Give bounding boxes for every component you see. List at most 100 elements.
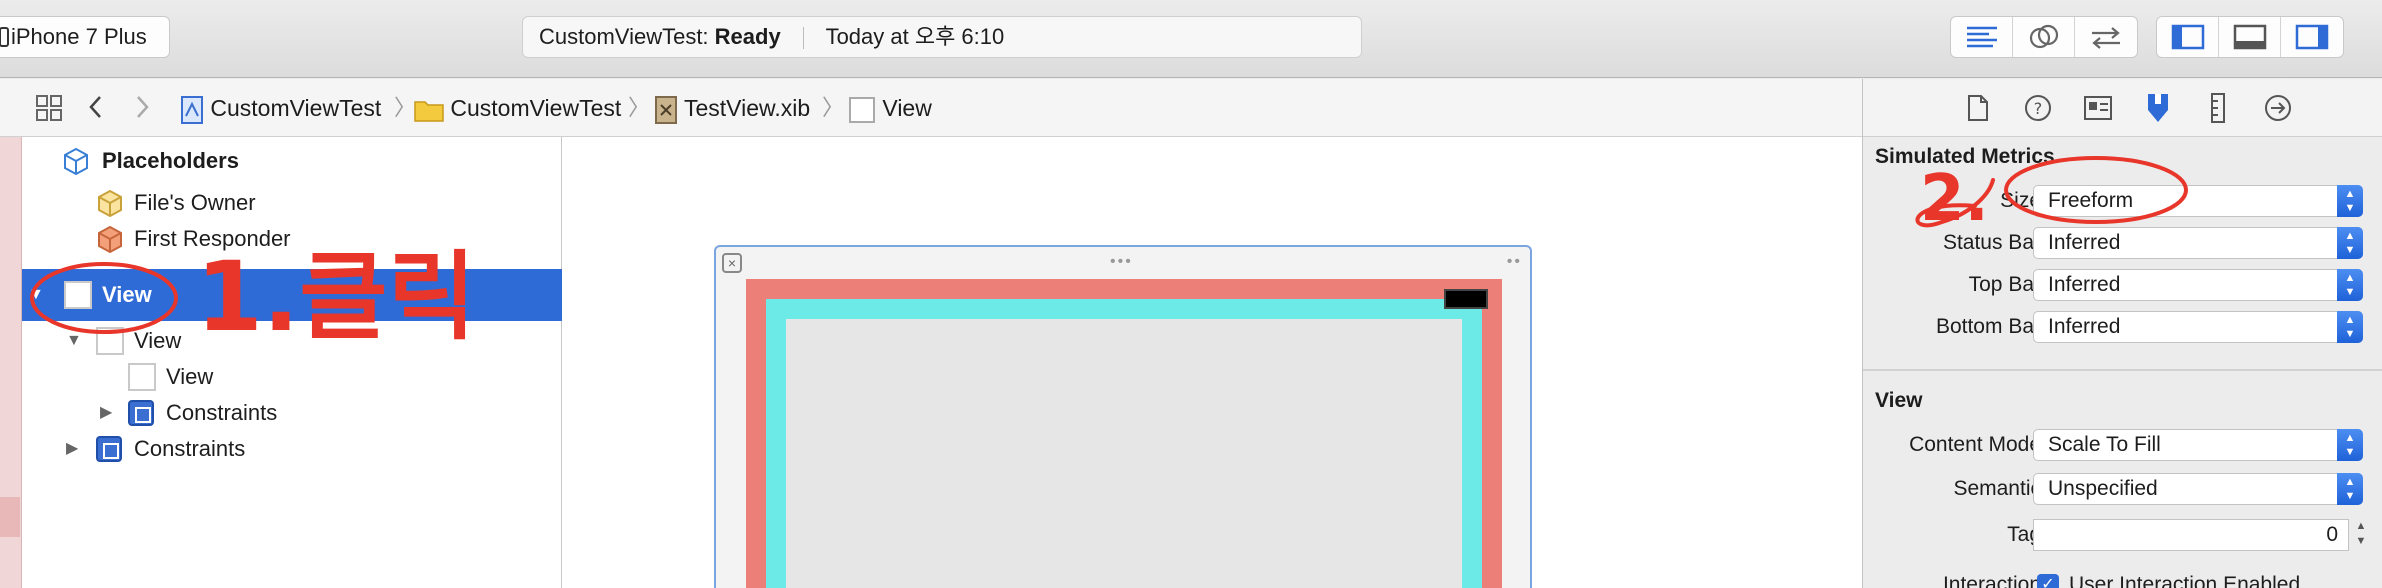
root-view-label: View: [102, 282, 152, 307]
tag-label: Tag: [2007, 523, 2041, 546]
popup-arrows-icon: ▲ ▼: [2337, 429, 2363, 461]
grandchild-view-label: View: [166, 364, 214, 389]
content-mode-popup[interactable]: Scale To Fill ▲ ▼: [2033, 429, 2363, 461]
view-object-icon: [96, 327, 124, 355]
content-mode-value: Scale To Fill: [2048, 433, 2161, 456]
version-editor-icon[interactable]: [2075, 17, 2137, 57]
user-interaction-checkbox[interactable]: ✓: [2037, 574, 2059, 588]
attributes-inspector-icon[interactable]: [2143, 93, 2173, 123]
content-mode-label: Content Mode: [1909, 433, 2041, 456]
back-arrow-icon[interactable]: [86, 91, 106, 130]
status-bar-popup[interactable]: Inferred ▲ ▼: [2033, 227, 2363, 259]
svg-text:?: ?: [2034, 99, 2043, 118]
view-section-title: View: [1875, 389, 1923, 412]
close-icon[interactable]: ×: [722, 253, 742, 273]
forward-arrow-icon[interactable]: [132, 91, 152, 130]
utilities-toggle-icon[interactable]: [2281, 17, 2343, 57]
outline-placeholders[interactable]: Placeholders: [22, 143, 562, 179]
popup-arrows-icon: ▲ ▼: [2337, 473, 2363, 505]
chevron-right-icon: 〉: [394, 95, 417, 120]
navigator-edge-marker: [0, 497, 20, 537]
outline-child-view[interactable]: ▼ View: [22, 323, 562, 359]
jump-item-label: View: [882, 95, 932, 121]
view-object-icon: [849, 96, 875, 123]
outline-files-owner[interactable]: File's Owner: [22, 185, 562, 221]
outline-root-constraints[interactable]: ▶ Constraints: [22, 431, 562, 467]
first-responder-cube-icon: [98, 225, 122, 253]
size-popup[interactable]: Freeform ▲ ▼: [2033, 185, 2363, 217]
semantic-label: Semantic: [1953, 477, 2041, 500]
editor-mode-segment: [1950, 16, 2138, 58]
navigator-toggle-icon[interactable]: [2157, 17, 2219, 57]
bottom-bar-label: Bottom Bar: [1935, 315, 2041, 338]
battery-icon: [1444, 289, 1488, 309]
user-interaction-label: User Interaction Enabled: [2069, 573, 2301, 588]
cyan-view[interactable]: [766, 299, 1482, 588]
attributes-inspector: ? Simulated Metrics Size Freeform ▲ ▼ St…: [1862, 79, 2382, 588]
disclosure-down-icon[interactable]: ▼: [28, 269, 44, 321]
jump-item-view[interactable]: View: [848, 93, 932, 124]
outline-child-constraints[interactable]: ▶ Constraints: [22, 395, 562, 431]
identity-inspector-icon[interactable]: [2083, 93, 2113, 123]
bottom-bar-popup[interactable]: Inferred ▲ ▼: [2033, 311, 2363, 343]
jump-item-label: CustomViewTest: [450, 95, 622, 121]
view-object-icon: [128, 363, 156, 391]
assistant-editor-icon[interactable]: [2013, 17, 2075, 57]
standard-editor-icon[interactable]: [1951, 17, 2013, 57]
size-label: Size: [2000, 189, 2041, 212]
disclosure-down-icon[interactable]: ▼: [66, 323, 82, 359]
tag-stepper[interactable]: ▲ ▼: [2353, 519, 2369, 551]
popup-arrows-icon: ▲ ▼: [2337, 227, 2363, 259]
semantic-popup[interactable]: Unspecified ▲ ▼: [2033, 473, 2363, 505]
size-inspector-icon[interactable]: [2203, 93, 2233, 123]
tag-field[interactable]: 0: [2033, 519, 2349, 551]
toolbar: iPhone 7 Plus CustomViewTest: Ready Toda…: [0, 0, 2382, 78]
drag-handle-icon[interactable]: •••: [1110, 253, 1133, 271]
navigator-edge: [0, 137, 22, 588]
bottom-bar-value: Inferred: [2048, 315, 2121, 338]
popup-arrows-icon: ▲ ▼: [2337, 185, 2363, 217]
red-view[interactable]: [746, 279, 1502, 588]
first-responder-label: First Responder: [134, 226, 291, 251]
jump-item-label: TestView.xib: [683, 95, 811, 121]
constraints-icon: [96, 436, 122, 462]
cube-icon: [64, 147, 88, 175]
status-bar-value: Inferred: [2048, 231, 2121, 254]
child-view-label: View: [134, 328, 182, 353]
activity-status: Ready: [714, 24, 781, 49]
resize-dots-icon[interactable]: ••: [1507, 253, 1522, 271]
files-owner-label: File's Owner: [134, 190, 256, 215]
outline-first-responder[interactable]: First Responder: [22, 221, 562, 257]
size-value: Freeform: [2048, 189, 2134, 212]
disclosure-right-icon[interactable]: ▶: [66, 431, 78, 467]
xib-view-scene[interactable]: × ••• ••: [714, 245, 1532, 588]
activity-time: Today at 오후 6:10: [825, 24, 1005, 49]
top-bar-popup[interactable]: Inferred ▲ ▼: [2033, 269, 2363, 301]
connections-inspector-icon[interactable]: [2263, 93, 2293, 123]
quick-help-icon[interactable]: ?: [2023, 93, 2053, 123]
jump-item-label: CustomViewTest: [210, 95, 382, 121]
jump-item-group[interactable]: CustomViewTest: [414, 93, 621, 123]
placeholders-label: Placeholders: [102, 148, 239, 173]
interface-builder-canvas[interactable]: × ••• ••: [562, 137, 1862, 588]
inner-view[interactable]: [786, 319, 1462, 588]
interaction-label: Interaction: [1942, 573, 2041, 588]
activity-separator: [802, 27, 804, 50]
debug-area-toggle-icon[interactable]: [2219, 17, 2281, 57]
jump-item-project[interactable]: CustomViewTest: [180, 93, 381, 124]
related-items-icon[interactable]: [36, 95, 64, 128]
disclosure-right-icon[interactable]: ▶: [100, 395, 112, 431]
semantic-value: Unspecified: [2048, 477, 2158, 500]
iphone-icon: [0, 27, 9, 47]
document-outline: Placeholders File's Owner First Responde…: [22, 137, 562, 588]
scheme-device-selector[interactable]: iPhone 7 Plus: [0, 16, 170, 58]
view-toggle-segment: [2156, 16, 2344, 58]
outline-grandchild-view[interactable]: View: [22, 359, 562, 395]
folder-icon: [414, 101, 444, 122]
outline-root-view-selected[interactable]: ▼ View: [22, 269, 562, 321]
status-bar-label: Status Bar: [1942, 231, 2041, 254]
popup-arrows-icon: ▲ ▼: [2337, 269, 2363, 301]
jump-item-file[interactable]: TestView.xib: [654, 93, 810, 124]
file-inspector-icon[interactable]: [1963, 93, 1993, 123]
chevron-right-icon: 〉: [822, 95, 845, 120]
